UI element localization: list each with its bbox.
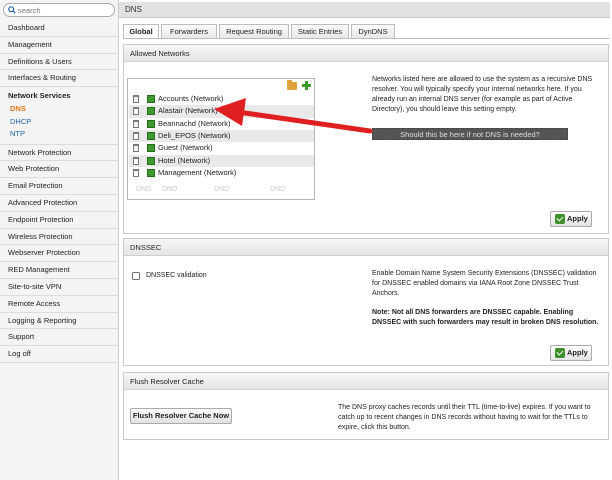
apply-label: Apply bbox=[567, 214, 588, 223]
tab-static-entries[interactable]: Static Entries bbox=[291, 24, 349, 38]
folder-icon[interactable] bbox=[287, 80, 297, 90]
nav-network-services[interactable]: Network Services bbox=[0, 87, 119, 103]
list-toolbar bbox=[128, 79, 314, 93]
allowed-apply-button[interactable]: Apply bbox=[550, 211, 592, 227]
dnssec-note: Note: Not all DNS forwarders are DNSSEC … bbox=[372, 309, 599, 326]
nav-group-network-services: Network Services DNS DHCP NTP bbox=[0, 87, 119, 145]
dnssec-checkbox-label: DNSSEC validation bbox=[146, 272, 207, 279]
tab-request-routing[interactable]: Request Routing bbox=[219, 24, 289, 38]
list-item[interactable]: Deli_EPOS (Network) bbox=[129, 129, 314, 143]
list-item[interactable]: Alastair (Network) bbox=[129, 105, 314, 118]
tab-forwarders[interactable]: Forwarders bbox=[161, 24, 217, 38]
trash-icon[interactable] bbox=[133, 168, 139, 177]
drop-hint: DND bbox=[214, 186, 230, 193]
network-label: Alastair (Network) bbox=[158, 106, 218, 116]
search-box[interactable] bbox=[3, 3, 115, 17]
tab-divider bbox=[123, 38, 610, 39]
network-label: Management (Network) bbox=[158, 167, 237, 177]
check-icon bbox=[555, 214, 565, 224]
nav-wireless-protection[interactable]: Wireless Protection bbox=[0, 229, 119, 246]
nav-webserver-protection[interactable]: Webserver Protection bbox=[0, 245, 119, 263]
trash-icon[interactable] bbox=[133, 119, 139, 128]
network-icon bbox=[147, 119, 155, 128]
trash-icon[interactable] bbox=[133, 144, 139, 153]
search-input[interactable] bbox=[18, 5, 110, 15]
main-nav: Dashboard Management Definitions & Users… bbox=[0, 20, 119, 364]
network-icon bbox=[147, 144, 155, 153]
check-icon bbox=[555, 348, 565, 358]
network-icon bbox=[147, 131, 155, 140]
network-label: Deli_EPOS (Network) bbox=[158, 130, 231, 140]
nav-support[interactable]: Support bbox=[0, 329, 119, 347]
trash-icon[interactable] bbox=[133, 156, 139, 165]
dnssec-panel: DNSSEC DNSSEC validation Enable Domain N… bbox=[123, 238, 609, 366]
nav-web-protection[interactable]: Web Protection bbox=[0, 161, 119, 179]
drop-hint: DND bbox=[136, 186, 152, 193]
flush-cache-button[interactable]: Flush Resolver Cache Now bbox=[130, 408, 232, 424]
annotation-callout: Should this be here if not DNS is needed… bbox=[372, 128, 568, 140]
network-label: Guest (Network) bbox=[158, 143, 213, 153]
search-icon bbox=[8, 6, 16, 14]
nav-remote-access[interactable]: Remote Access bbox=[0, 296, 119, 313]
flush-title: Flush Resolver Cache bbox=[124, 373, 608, 390]
nav-network-protection[interactable]: Network Protection bbox=[0, 145, 119, 162]
nav-dns[interactable]: DNS bbox=[0, 103, 119, 116]
nav-definitions-users[interactable]: Definitions & Users bbox=[0, 54, 119, 71]
nav-interfaces-routing[interactable]: Interfaces & Routing bbox=[0, 70, 119, 88]
dnssec-checkbox[interactable] bbox=[132, 272, 140, 280]
nav-management[interactable]: Management bbox=[0, 37, 119, 54]
nav-endpoint-protection[interactable]: Endpoint Protection bbox=[0, 212, 119, 229]
list-item[interactable]: Hotel (Network) bbox=[129, 154, 314, 167]
list-item[interactable]: Accounts (Network) bbox=[129, 93, 314, 105]
trash-icon[interactable] bbox=[133, 107, 139, 116]
nav-email-protection[interactable]: Email Protection bbox=[0, 178, 119, 196]
drop-hint: DND bbox=[162, 186, 178, 193]
dnssec-apply-button[interactable]: Apply bbox=[550, 345, 592, 361]
nav-advanced-protection[interactable]: Advanced Protection bbox=[0, 195, 119, 212]
nav-dhcp[interactable]: DHCP bbox=[0, 116, 119, 129]
flush-panel: Flush Resolver Cache Flush Resolver Cach… bbox=[123, 372, 609, 440]
tab-global[interactable]: Global bbox=[123, 24, 159, 39]
network-label: Hotel (Network) bbox=[158, 155, 211, 165]
tab-dyndns[interactable]: DynDNS bbox=[351, 24, 395, 38]
drop-hint: DND bbox=[270, 186, 286, 193]
sidebar: Dashboard Management Definitions & Users… bbox=[0, 0, 119, 480]
nav-ntp[interactable]: NTP bbox=[0, 128, 119, 141]
page-title: DNS bbox=[125, 5, 142, 14]
add-icon[interactable] bbox=[302, 81, 311, 90]
dnssec-title: DNSSEC bbox=[124, 239, 608, 256]
page-title-bar: DNS bbox=[119, 2, 610, 18]
network-icon bbox=[147, 168, 155, 177]
trash-icon[interactable] bbox=[133, 95, 139, 103]
dnssec-help: Enable Domain Name System Security Exten… bbox=[372, 270, 597, 297]
flush-help: The DNS proxy caches records until their… bbox=[338, 404, 591, 431]
allowed-networks-help: Networks listed here are allowed to use … bbox=[372, 76, 593, 113]
list-item[interactable]: Guest (Network) bbox=[129, 142, 314, 154]
main-content: DNS Global Forwarders Request Routing St… bbox=[119, 0, 612, 480]
list-item[interactable]: Management (Network) bbox=[129, 167, 314, 179]
network-icon bbox=[147, 95, 155, 103]
nav-site-to-site-vpn[interactable]: Site-to-site VPN bbox=[0, 279, 119, 296]
network-icon bbox=[147, 107, 155, 116]
nav-dashboard[interactable]: Dashboard bbox=[0, 20, 119, 37]
apply-label: Apply bbox=[567, 348, 588, 357]
network-label: Accounts (Network) bbox=[158, 94, 224, 103]
allowed-networks-title: Allowed Networks bbox=[124, 45, 608, 62]
nav-log-off[interactable]: Log off bbox=[0, 346, 119, 364]
network-label: Beannachd (Network) bbox=[158, 118, 231, 128]
list-item[interactable]: Beannachd (Network) bbox=[129, 118, 314, 130]
network-icon bbox=[147, 156, 155, 165]
nav-red-management[interactable]: RED Management bbox=[0, 262, 119, 280]
nav-logging-reporting[interactable]: Logging & Reporting bbox=[0, 313, 119, 330]
allowed-networks-list: Accounts (Network) Alastair (Network) Be… bbox=[127, 78, 315, 200]
trash-icon[interactable] bbox=[133, 131, 139, 140]
